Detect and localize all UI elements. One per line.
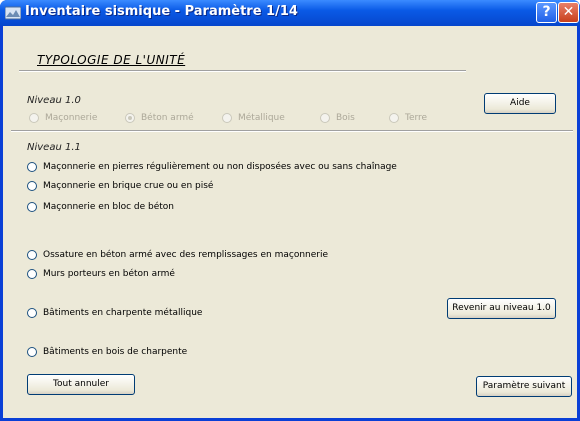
window-title: Inventaire sismique - Paramètre 1/14 (25, 4, 298, 19)
radio-label: Maçonnerie en pierres régulièrement ou n… (43, 162, 397, 172)
radio-circle (27, 181, 37, 191)
radio-metallique[interactable]: Métallique (222, 113, 285, 123)
radio-bois-charpente[interactable]: Bâtiments en bois de charpente (27, 347, 187, 357)
help-button[interactable]: ? (536, 2, 557, 23)
radio-maconnerie-brique[interactable]: Maçonnerie en brique crue ou en pisé (27, 181, 213, 191)
radio-maconnerie[interactable]: Maçonnerie (29, 113, 97, 123)
radio-label: Maçonnerie en bloc de béton (43, 202, 175, 212)
radio-circle (222, 113, 232, 123)
tout-annuler-button[interactable]: Tout annuler (27, 374, 135, 395)
level-1-1-label: Niveau 1.1 (27, 142, 81, 153)
radio-maconnerie-pierres[interactable]: Maçonnerie en pierres régulièrement ou n… (27, 162, 397, 172)
radio-circle (27, 269, 37, 279)
level-1-0-label: Niveau 1.0 (27, 95, 81, 106)
revenir-niveau-button[interactable]: Revenir au niveau 1.0 (447, 298, 556, 319)
radio-label: Métallique (238, 113, 285, 123)
radio-circle (27, 162, 37, 172)
radio-label: Maçonnerie en brique crue ou en pisé (43, 181, 214, 191)
radio-label: Bois (336, 113, 355, 123)
parametre-suivant-button[interactable]: Paramètre suivant (476, 376, 572, 397)
section-title: TYPOLOGIE DE L'UNITÉ (37, 53, 186, 67)
radio-label: Bâtiments en bois de charpente (43, 347, 188, 357)
radio-murs-porteurs[interactable]: Murs porteurs en béton armé (27, 269, 175, 279)
dialog-window: Inventaire sismique - Paramètre 1/14 ? ✕… (0, 0, 580, 421)
radio-circle (29, 113, 39, 123)
radio-label: Ossature en béton armé avec des rempliss… (43, 250, 329, 260)
radio-label: Murs porteurs en béton armé (43, 269, 175, 279)
level-divider (11, 130, 573, 132)
radio-label: Terre (405, 113, 428, 123)
radio-circle (27, 308, 37, 318)
radio-circle (27, 347, 37, 357)
close-button[interactable]: ✕ (558, 2, 579, 23)
radio-charpente-metallique[interactable]: Bâtiments en charpente métallique (27, 308, 202, 318)
radio-ossature-beton[interactable]: Ossature en béton armé avec des rempliss… (27, 250, 328, 260)
radio-label: Maçonnerie (45, 113, 98, 123)
radio-bois[interactable]: Bois (320, 113, 355, 123)
radio-circle (320, 113, 330, 123)
radio-beton-arme[interactable]: Béton armé (125, 113, 194, 123)
radio-circle (27, 202, 37, 212)
radio-label: Bâtiments en charpente métallique (43, 308, 203, 318)
aide-button[interactable]: Aide (484, 93, 556, 114)
radio-circle (27, 250, 37, 260)
radio-circle (125, 113, 135, 123)
title-bar[interactable]: Inventaire sismique - Paramètre 1/14 ? ✕ (0, 0, 580, 26)
app-icon (5, 6, 21, 20)
radio-circle (389, 113, 399, 123)
radio-terre[interactable]: Terre (389, 113, 427, 123)
dialog-client: TYPOLOGIE DE L'UNITÉ Niveau 1.0 Maçonner… (3, 26, 577, 418)
radio-maconnerie-bloc[interactable]: Maçonnerie en bloc de béton (27, 202, 174, 212)
radio-label: Béton armé (141, 113, 194, 123)
title-divider (19, 70, 466, 72)
